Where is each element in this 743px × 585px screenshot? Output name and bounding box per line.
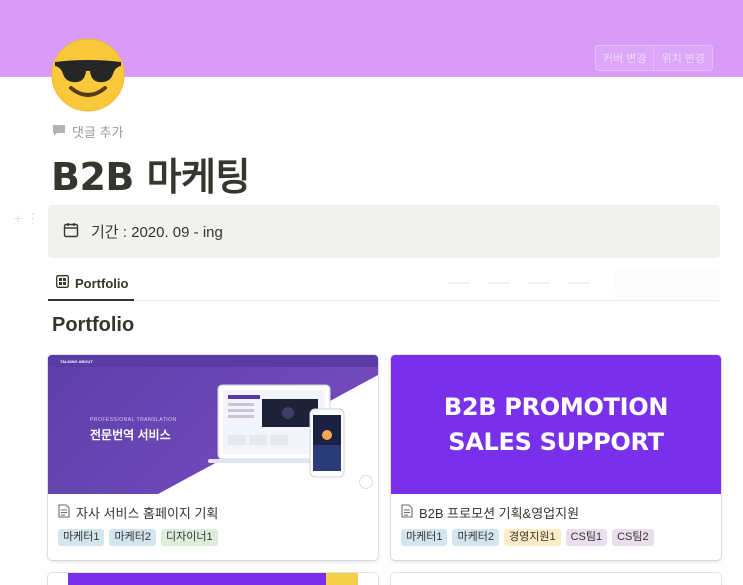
view-title: Portfolio [52,314,135,336]
tab-label: Portfolio [75,275,129,291]
page-title[interactable]: B2B 마케팅 [51,146,250,201]
change-cover-button[interactable]: 커버 변경 [594,45,655,71]
tag: 마케터1 [58,529,105,546]
smiling-face-with-sunglasses-icon[interactable] [51,38,125,112]
tag: 마케터2 [452,529,499,546]
hero-subtitle: PROFESSIONAL TRANSLATION [90,417,177,423]
more-placeholder[interactable] [568,282,590,284]
comment-icon [52,124,66,140]
chat-widget-icon [359,475,373,489]
website-logo: TALKING ABOUT [60,359,93,364]
promo-line-2: SALES SUPPORT [448,427,664,456]
add-comment-label: 댓글 추가 [72,125,124,140]
card-title[interactable]: 자사 서비스 홈페이지 기획 [58,503,368,521]
gallery-card[interactable] [391,573,721,585]
page-icon [58,503,70,521]
tag: CS팀2 [612,529,654,546]
add-comment-button[interactable]: 댓글 추가 [52,122,123,141]
block-add-handle[interactable]: + ⋮ [14,210,40,227]
tag: 디자이너1 [160,529,218,546]
cover-actions: 커버 변경 위치 변경 [594,45,713,71]
gallery-card[interactable]: B2B PROMOTION SALES SUPPORT B2B 프로모션 기획&… [391,355,721,560]
sort-placeholder[interactable] [488,282,510,284]
tag: 경영지원1 [503,529,561,546]
card-cover-image [68,573,358,585]
website-hero-graphic [48,355,378,494]
reposition-cover-button[interactable]: 위치 변경 [654,45,713,71]
tag: CS팀1 [565,529,608,546]
card-cover-image: TALKING ABOUT PROFESSIONAL TRANSLATION 전… [48,355,378,494]
new-button-placeholder[interactable] [615,269,720,297]
card-tags: 마케터1 마케터2 경영지원1 CS팀1 CS팀2 [401,529,711,546]
card-cover-image: B2B PROMOTION SALES SUPPORT [391,355,721,494]
gallery-card[interactable]: TALKING ABOUT PROFESSIONAL TRANSLATION 전… [48,355,378,560]
promo-line-1: B2B PROMOTION [443,392,669,421]
phone-mockup [309,408,345,478]
tag: 마케터1 [401,529,448,546]
hero-headline: 전문번역 서비스 [90,428,171,442]
card-tags: 마케터1 마케터2 디자이너1 [58,529,368,546]
card-title-text: B2B 프로모션 기획&영업지원 [419,505,580,521]
card-cover-image [391,573,721,585]
tab-portfolio[interactable]: Portfolio [48,267,135,301]
tag: 마케터2 [109,529,156,546]
filter-placeholder[interactable] [448,282,470,284]
gallery-view-icon [56,275,69,291]
card-title[interactable]: B2B 프로모션 기획&영업지원 [401,503,711,521]
gallery-card[interactable] [48,573,378,585]
database-view-tabs: Portfolio [48,267,720,301]
calendar-icon [63,222,79,242]
search-placeholder[interactable] [528,282,550,284]
card-title-text: 자사 서비스 홈페이지 기획 [76,505,219,521]
date-callout[interactable]: 기간 : 2020. 09 - ing [48,205,720,258]
page-icon [401,503,413,521]
callout-text: 기간 : 2020. 09 - ing [91,224,223,241]
